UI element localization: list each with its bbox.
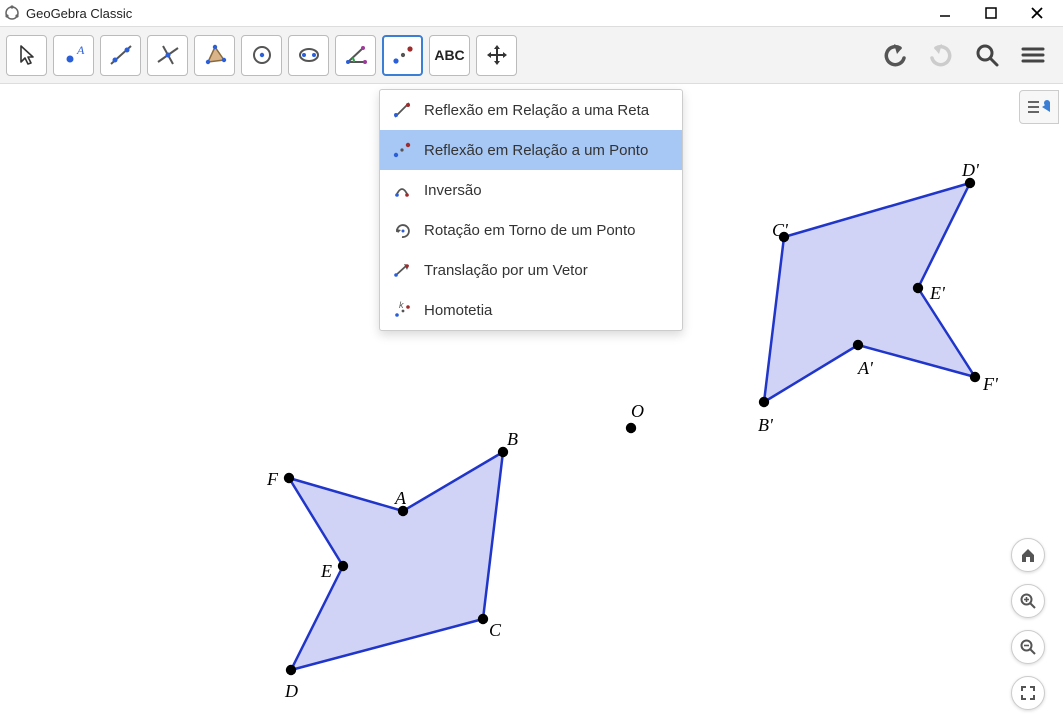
point-label-Cp: C' (772, 220, 788, 241)
ellipse-icon (296, 42, 322, 68)
views-icon (1025, 96, 1053, 118)
reflect-point-icon (392, 140, 412, 160)
tool-line[interactable] (100, 35, 141, 76)
reflect-line-icon (392, 100, 412, 120)
app-logo-icon (4, 5, 20, 21)
tool-polygon[interactable] (194, 35, 235, 76)
tool-text[interactable]: ABC (429, 35, 470, 76)
text-icon: ABC (434, 47, 464, 63)
search-button[interactable] (969, 37, 1005, 73)
home-icon (1019, 546, 1037, 564)
point-label-C: C (489, 620, 501, 641)
dropdown-item-rotate[interactable]: Rotação em Torno de um Ponto (380, 210, 682, 250)
redo-button[interactable] (923, 37, 959, 73)
tool-conic[interactable] (288, 35, 329, 76)
dropdown-item-reflect-line[interactable]: Reflexão em Relação a uma Reta (380, 90, 682, 130)
angle-icon (343, 42, 369, 68)
polygon-icon (202, 42, 228, 68)
tool-point[interactable]: A (53, 35, 94, 76)
minimize-button[interactable] (931, 3, 959, 23)
window-title: GeoGebra Classic (26, 6, 931, 21)
point-label-D: D (285, 681, 298, 702)
svg-text:k: k (399, 300, 404, 310)
views-panel-toggle[interactable] (1019, 90, 1059, 124)
tool-group: A ABC (6, 35, 871, 76)
circle-icon (249, 42, 275, 68)
tool-move-view[interactable] (476, 35, 517, 76)
maximize-button[interactable] (977, 3, 1005, 23)
move-view-icon (484, 42, 510, 68)
tool-move[interactable] (6, 35, 47, 76)
dropdown-item-inversion[interactable]: Inversão (380, 170, 682, 210)
undo-button[interactable] (877, 37, 913, 73)
perpendicular-icon (155, 42, 181, 68)
rotate-icon (392, 220, 412, 240)
dropdown-item-reflect-point[interactable]: Reflexão em Relação a um Ponto (380, 130, 682, 170)
cursor-icon (14, 42, 40, 68)
menu-icon (1019, 41, 1047, 69)
dropdown-item-dilate[interactable]: k Homotetia (380, 290, 682, 330)
translate-icon (392, 260, 412, 280)
point-label-Dp: D' (962, 160, 979, 181)
home-button[interactable] (1011, 538, 1045, 572)
title-bar: GeoGebra Classic (0, 0, 1063, 26)
reflect-point-icon (390, 42, 416, 68)
window-controls (931, 3, 1059, 23)
redo-icon (926, 40, 956, 70)
zoom-out-icon (1019, 638, 1037, 656)
point-label-O: O (631, 401, 644, 422)
dropdown-label: Translação por um Vetor (424, 262, 588, 279)
toolbar-right (877, 37, 1057, 73)
toolbar: A ABC (0, 26, 1063, 84)
close-button[interactable] (1023, 3, 1051, 23)
point-label-F: F (267, 469, 278, 490)
menu-button[interactable] (1015, 37, 1051, 73)
point-label-Ep: E' (930, 283, 945, 304)
transform-dropdown: Reflexão em Relação a uma Reta Reflexão … (379, 89, 683, 331)
tool-transform[interactable] (382, 35, 423, 76)
tool-angle[interactable] (335, 35, 376, 76)
fullscreen-button[interactable] (1011, 676, 1045, 710)
tool-perpendicular[interactable] (147, 35, 188, 76)
point-label-Bp: B' (758, 415, 773, 436)
point-label-Ap: A' (858, 358, 873, 379)
zoom-in-button[interactable] (1011, 584, 1045, 618)
dropdown-item-translate[interactable]: Translação por um Vetor (380, 250, 682, 290)
dropdown-label: Homotetia (424, 302, 492, 319)
undo-icon (880, 40, 910, 70)
zoom-out-button[interactable] (1011, 630, 1045, 664)
point-label-A: A (395, 488, 406, 509)
point-label-E: E (321, 561, 332, 582)
dilate-icon: k (392, 300, 412, 320)
line-icon (108, 42, 134, 68)
fullscreen-icon (1019, 684, 1037, 702)
dropdown-label: Rotação em Torno de um Ponto (424, 222, 636, 239)
search-icon (973, 41, 1001, 69)
point-label-B: B (507, 429, 518, 450)
zoom-in-icon (1019, 592, 1037, 610)
point-label-Fp: F' (983, 374, 998, 395)
inversion-icon (392, 180, 412, 200)
tool-circle[interactable] (241, 35, 282, 76)
dropdown-label: Reflexão em Relação a um Ponto (424, 142, 648, 159)
dropdown-label: Reflexão em Relação a uma Reta (424, 102, 649, 119)
svg-text:A: A (76, 43, 85, 57)
dropdown-label: Inversão (424, 182, 482, 199)
point-icon: A (61, 42, 87, 68)
